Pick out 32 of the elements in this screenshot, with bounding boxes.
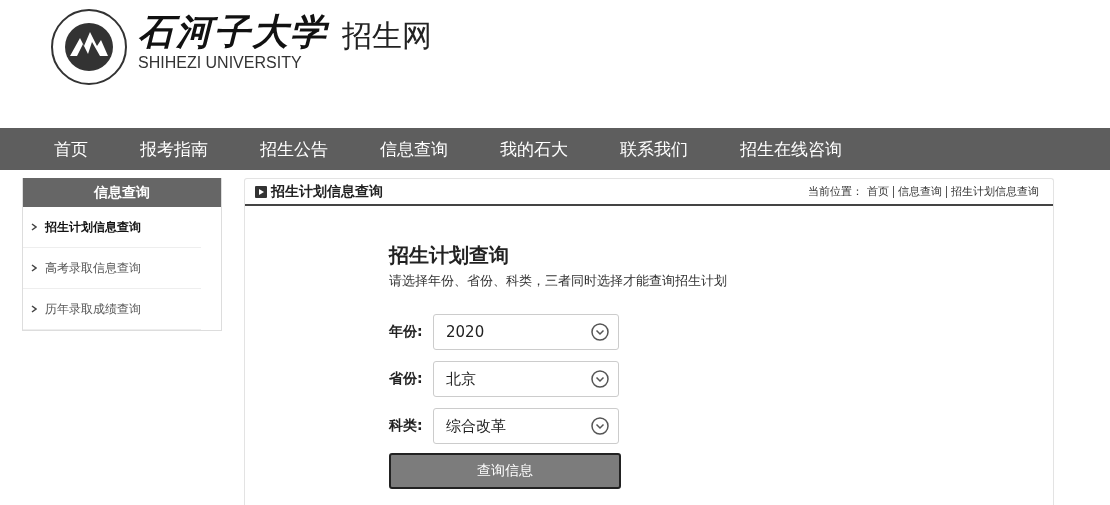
chevron-right-icon xyxy=(31,223,37,231)
chevron-down-icon xyxy=(591,417,609,435)
field-label: 科类: xyxy=(389,417,424,435)
field-label: 省份: xyxy=(389,370,424,388)
nav-link[interactable]: 信息查询 xyxy=(380,137,448,161)
chevron-down-icon xyxy=(591,370,609,388)
breadcrumb-link[interactable]: 招生计划信息查询 xyxy=(951,184,1039,199)
chevron-right-icon xyxy=(31,305,37,313)
nav-link[interactable]: 招生公告 xyxy=(260,137,328,161)
field-label: 年份: xyxy=(389,323,424,341)
breadcrumb-link[interactable]: 首页 xyxy=(867,184,889,199)
breadcrumb-link[interactable]: 信息查询 xyxy=(898,184,942,199)
form-instruction: 请选择年份、省份、科类，三者同时选择才能查询招生计划 xyxy=(389,272,728,290)
select-field[interactable]: 北京 xyxy=(433,361,619,397)
nav-link[interactable]: 首页 xyxy=(54,137,88,161)
select-field[interactable]: 2020 xyxy=(433,314,619,350)
nav-link[interactable]: 我的石大 xyxy=(500,137,568,161)
submit-button[interactable]: 查询信息 xyxy=(389,453,621,489)
nav-link[interactable]: 招生在线咨询 xyxy=(740,137,842,161)
sidebar-title: 信息查询 xyxy=(23,178,221,207)
form-heading: 招生计划查询 xyxy=(389,242,510,269)
panel-title: 招生计划信息查询 xyxy=(271,182,383,201)
university-name: 石河子大学 xyxy=(138,12,328,52)
site-name: 招生网 xyxy=(342,18,432,52)
nav-link[interactable]: 报考指南 xyxy=(140,137,208,161)
chevron-right-icon xyxy=(31,264,37,272)
nav-link[interactable]: 联系我们 xyxy=(620,137,688,161)
play-square-icon xyxy=(255,185,267,198)
chevron-down-icon xyxy=(591,323,609,341)
breadcrumb-label: 当前位置： xyxy=(808,184,863,199)
select-field[interactable]: 综合改革 xyxy=(433,408,619,444)
university-name-english: SHIHEZI UNIVERSITY xyxy=(138,53,303,72)
